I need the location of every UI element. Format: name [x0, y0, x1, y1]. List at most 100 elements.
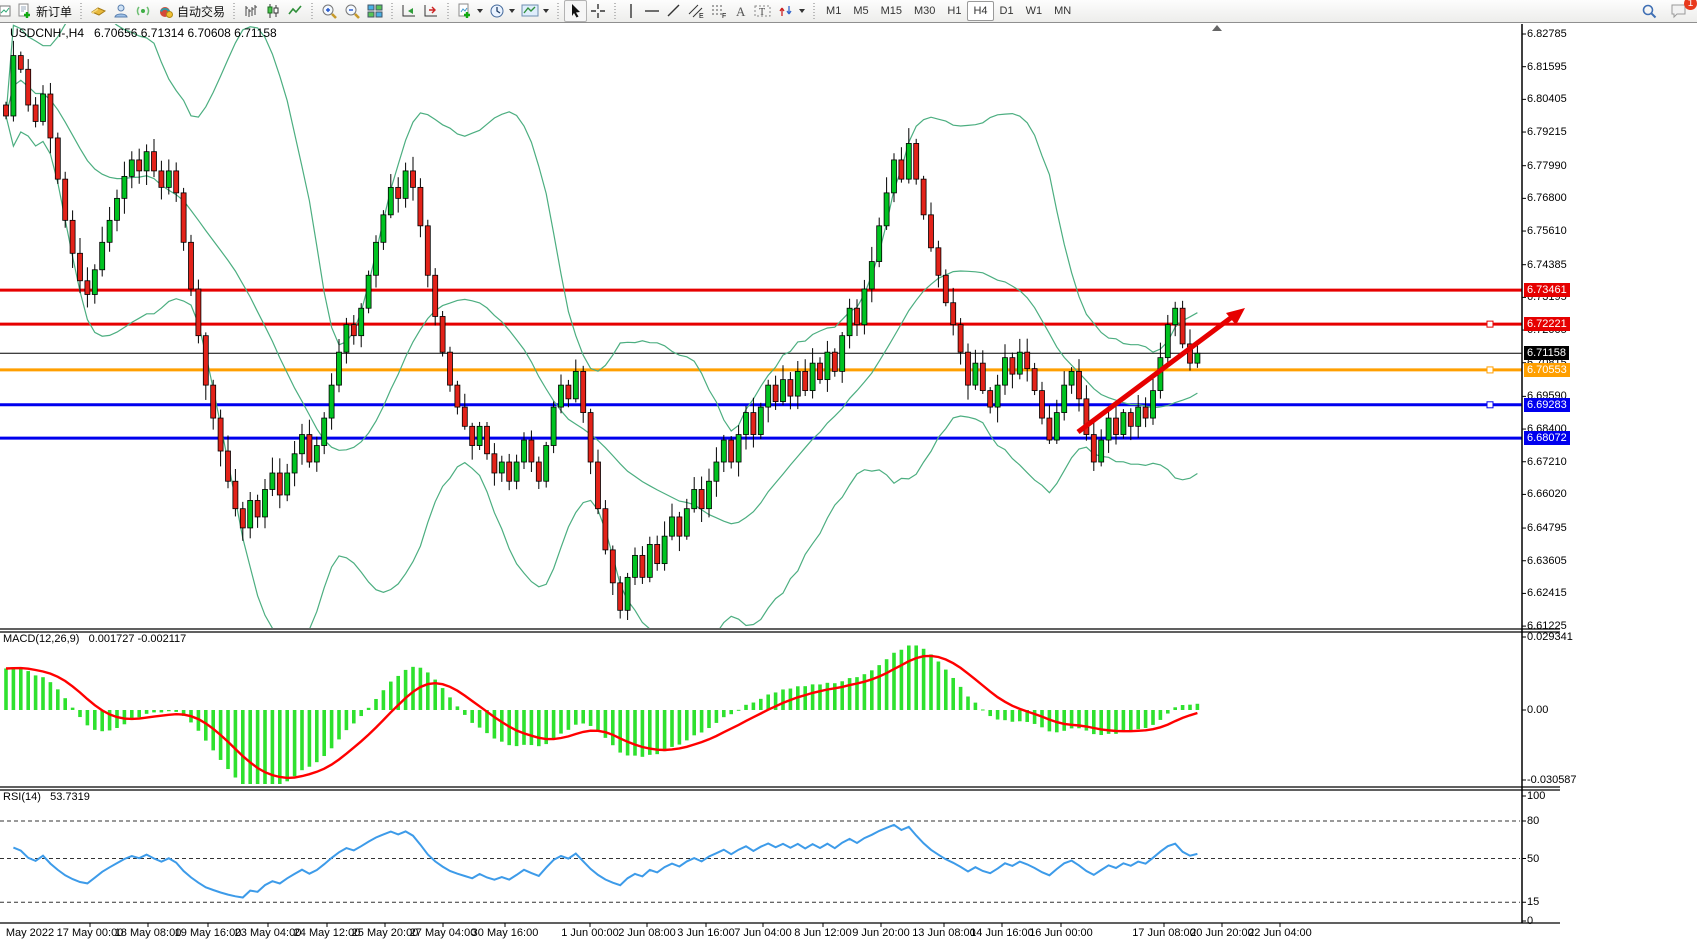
macd-histogram-bar	[300, 710, 304, 770]
candles-chart-button[interactable]	[262, 1, 284, 21]
macd-histogram-bar	[692, 710, 696, 735]
chat-button[interactable]: 1	[1667, 1, 1691, 21]
chart-symbol-timeframe: USDCNH-,H4	[10, 26, 84, 40]
macd-histogram-bar	[959, 687, 963, 710]
line-chart-button[interactable]	[284, 1, 306, 21]
candle-body	[233, 481, 238, 508]
timeframe-button-m5[interactable]: M5	[847, 2, 874, 20]
timeframe-button-h1[interactable]: H1	[941, 2, 967, 20]
quotes-button[interactable]	[87, 1, 110, 21]
autotrading-button[interactable]: 自动交易	[154, 1, 228, 21]
level-line-handle[interactable]	[1487, 402, 1493, 408]
macd-histogram-bar	[63, 698, 67, 710]
candle-body	[26, 69, 31, 105]
time-axis-label: 19 May 16:00	[175, 927, 242, 939]
timeframe-button-m1[interactable]: M1	[820, 2, 847, 20]
new-chart-icon	[457, 3, 473, 19]
search-button[interactable]	[1638, 1, 1661, 21]
new-order-button[interactable]: 新订单	[14, 1, 75, 21]
time-axis-label: 16 Jun 00:00	[1029, 927, 1093, 939]
time-axis-label: 18 May 08:00	[115, 927, 182, 939]
macd-histogram-bar	[448, 697, 452, 710]
candle-body	[366, 275, 371, 308]
horizontal-line-icon	[644, 3, 660, 19]
candle-body	[226, 451, 231, 481]
bar-chart-button[interactable]	[240, 1, 262, 21]
arrows-dropdown-caret	[799, 9, 805, 13]
cursor-button[interactable]	[564, 0, 587, 22]
channel-button[interactable]: E	[685, 1, 708, 21]
macd-histogram-bar	[885, 659, 889, 710]
timeframe-button-h4[interactable]: H4	[967, 1, 993, 21]
macd-histogram-bar	[308, 710, 312, 767]
candle-body	[751, 413, 756, 435]
timeframe-button-mn[interactable]: MN	[1048, 2, 1077, 20]
new-chart-button[interactable]	[454, 1, 486, 21]
candle-body	[832, 352, 837, 371]
time-axis-label: 3 Jun 16:00	[677, 927, 735, 939]
signal-button[interactable]	[132, 1, 154, 21]
toolbar-grip	[389, 3, 395, 19]
candle-body	[41, 94, 46, 121]
auto-scroll-button[interactable]	[398, 1, 420, 21]
arrows-button[interactable]	[775, 1, 808, 21]
candle-body	[536, 462, 541, 481]
price-tick-label: 6.79215	[1527, 126, 1567, 138]
vertical-line-button[interactable]	[621, 1, 641, 21]
trendline-button[interactable]	[663, 1, 685, 21]
macd-histogram-bar	[1018, 710, 1022, 721]
fibonacci-button[interactable]: F	[708, 1, 731, 21]
macd-histogram-bar	[818, 684, 822, 710]
quotes-icon	[90, 3, 107, 19]
price-tick-label: 6.62415	[1527, 587, 1567, 599]
text-button[interactable]: A	[731, 1, 751, 21]
macd-histogram-bar	[552, 710, 556, 739]
templates-button[interactable]	[518, 1, 552, 21]
candle-body	[48, 94, 53, 138]
macd-histogram-bar	[937, 662, 941, 710]
timeframe-button-w1[interactable]: W1	[1020, 2, 1049, 20]
chart-plot-area[interactable]	[0, 22, 1697, 942]
zoom-out-button[interactable]	[341, 1, 364, 21]
macd-histogram-bar	[285, 710, 289, 781]
macd-histogram-bar	[633, 710, 637, 756]
macd-histogram-bar	[559, 710, 563, 734]
horizontal-line-button[interactable]	[641, 1, 663, 21]
candle-body	[174, 171, 179, 193]
macd-histogram-bar	[863, 674, 867, 710]
macd-histogram-bar	[330, 710, 334, 748]
macd-histogram-bar	[345, 710, 349, 730]
candle-body	[1040, 391, 1045, 418]
macd-histogram-bar	[278, 710, 282, 784]
candle-body	[1180, 308, 1185, 344]
rsi-value: 53.7319	[50, 791, 90, 803]
tile-windows-icon	[367, 3, 383, 19]
profile-button[interactable]	[110, 1, 132, 21]
chart-shift-marker[interactable]	[1212, 25, 1222, 31]
level-line-handle[interactable]	[1487, 367, 1493, 373]
window-chart-icon[interactable]	[0, 1, 14, 21]
candle-body	[18, 56, 23, 70]
macd-histogram-bar	[944, 670, 948, 710]
templates-dropdown-caret	[543, 9, 549, 13]
candle-body	[1106, 418, 1111, 440]
chart-sliver-icon	[0, 4, 11, 18]
time-axis-label: 17 May 00:00	[57, 927, 124, 939]
toolbar-grip	[612, 3, 618, 19]
zoom-in-button[interactable]	[318, 1, 341, 21]
candle-body	[396, 187, 401, 198]
candle-body	[418, 187, 423, 225]
chart-shift-button[interactable]	[420, 1, 442, 21]
text-label-button[interactable]: T	[751, 1, 775, 21]
macd-histogram-bar	[892, 653, 896, 710]
crosshair-button[interactable]	[587, 1, 609, 21]
candle-body	[70, 220, 75, 253]
level-line-handle[interactable]	[1487, 321, 1493, 327]
timeframe-button-m30[interactable]: M30	[908, 2, 941, 20]
macd-histogram-bar	[877, 665, 881, 710]
periods-button[interactable]	[486, 1, 518, 21]
macd-histogram-bar	[152, 710, 156, 712]
tile-windows-button[interactable]	[364, 1, 386, 21]
timeframe-button-m15[interactable]: M15	[875, 2, 908, 20]
timeframe-button-d1[interactable]: D1	[994, 2, 1020, 20]
